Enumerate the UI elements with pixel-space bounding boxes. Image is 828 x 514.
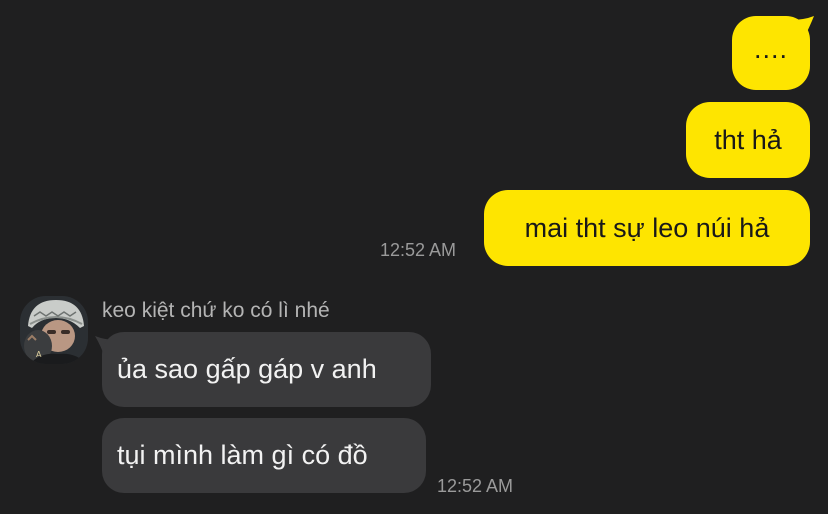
sent-timestamp: 12:52 AM [380, 240, 457, 260]
sent-message-1-text: .... [753, 33, 788, 64]
sent-message-1[interactable]: .... [732, 16, 810, 90]
sent-message-3[interactable]: mai tht sự leo núi hả [484, 190, 810, 266]
sender-name: keo kiệt chứ ko có lì nhé [102, 299, 330, 322]
received-message-2-text: tụi mình làm gì có đồ [117, 440, 368, 470]
received-timestamp: 12:52 AM [437, 476, 514, 496]
received-message-1-text: ủa sao gấp gáp v anh [117, 354, 377, 384]
sent-message-2[interactable]: tht hả [686, 102, 810, 178]
sent-message-3-text: mai tht sự leo núi hả [524, 212, 770, 243]
user-avatar-photo-icon: A [20, 296, 88, 364]
received-message-1[interactable]: ủa sao gấp gáp v anh [102, 332, 431, 407]
sender-avatar[interactable]: A [20, 296, 88, 364]
svg-text:A: A [36, 350, 42, 359]
received-message-2[interactable]: tụi mình làm gì có đồ [102, 418, 426, 493]
sent-message-2-text: tht hả [714, 124, 782, 155]
